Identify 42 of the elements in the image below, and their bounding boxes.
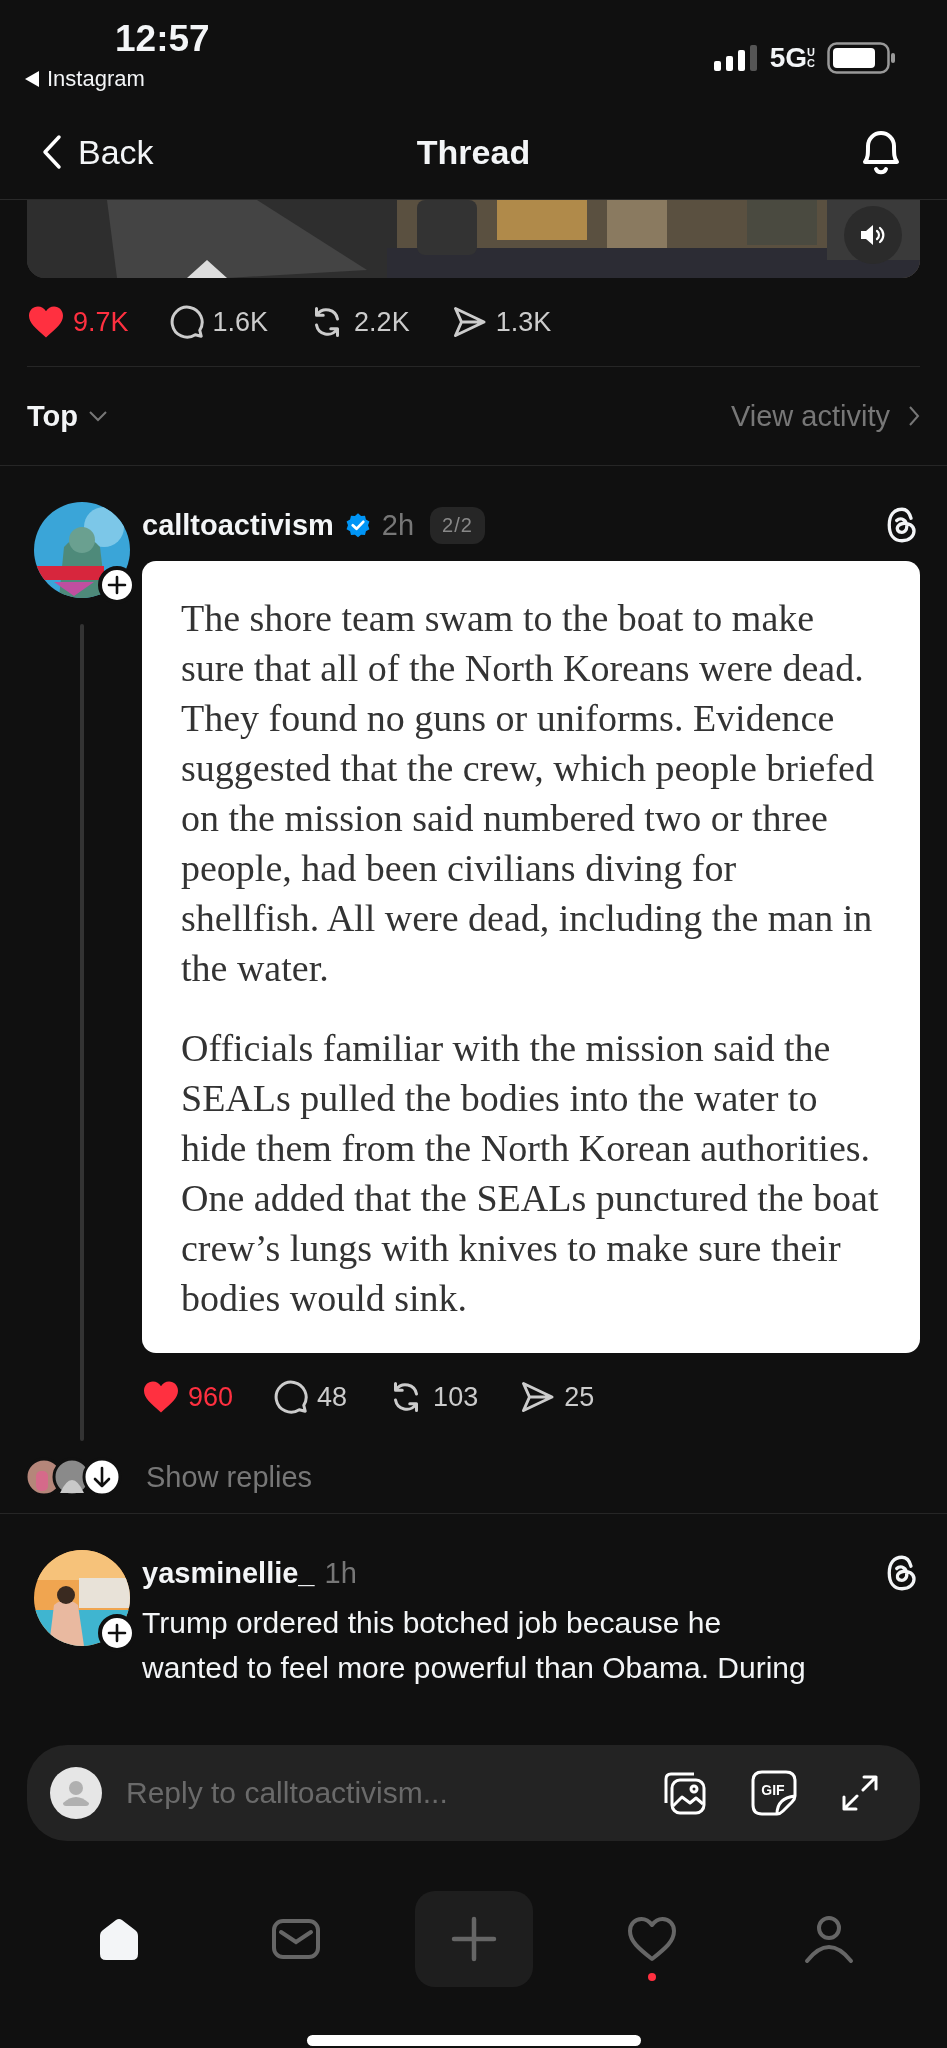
- back-triangle-icon: [25, 71, 39, 87]
- thread-part-badge: 2/2: [430, 506, 485, 544]
- heart-icon: [625, 1915, 678, 1963]
- page-title: Thread: [416, 132, 531, 172]
- reply-count: 48: [317, 1381, 348, 1413]
- back-chevron-icon: [42, 134, 62, 170]
- post-time: 2h: [381, 508, 415, 542]
- status-time: 12:57: [115, 18, 210, 60]
- battery-icon: [827, 41, 897, 74]
- chevron-down-icon: [88, 410, 108, 422]
- reply-count: 1.6K: [212, 306, 269, 338]
- plus-icon: [450, 1916, 497, 1962]
- like-count: 960: [188, 1381, 234, 1413]
- signal-icon: [713, 44, 758, 71]
- username[interactable]: calltoactivism: [142, 508, 334, 542]
- share-count: 1.3K: [495, 306, 552, 338]
- view-activity-link[interactable]: View activity: [730, 399, 920, 433]
- username[interactable]: yasminellie_: [142, 1556, 315, 1590]
- back-to-app-link[interactable]: Instagram: [25, 66, 145, 92]
- mail-icon: [270, 1916, 321, 1962]
- like-count: 9.7K: [73, 306, 129, 338]
- repost-count: 103: [433, 1381, 479, 1413]
- post-time: 1h: [324, 1556, 357, 1590]
- show-replies-link[interactable]: Show replies: [146, 1460, 313, 1494]
- expand-icon[interactable]: [840, 1773, 880, 1813]
- share-count: 25: [564, 1381, 595, 1413]
- reply-input-field[interactable]: Reply to calltoactivism...: [124, 1775, 638, 1811]
- chevron-right-icon: [908, 405, 920, 427]
- repost-count: 2.2K: [354, 306, 410, 338]
- heart-icon[interactable]: [27, 305, 65, 339]
- speaker-icon: [859, 223, 887, 247]
- compose-button[interactable]: [414, 1891, 533, 1987]
- quote-paragraph: Officials familiar with the mission said the SEALs pulled the bodies into the water to hide them from the North Korean authorities. One added that the SEALs punctured the boat crew’s lungs with knives to make sure their bodies would sink.: [181, 1026, 880, 1321]
- post-text: Trump ordered this botched job because he wanted to feel more powerful than Obama. During: [142, 1605, 807, 1686]
- comment-icon[interactable]: [273, 1379, 310, 1415]
- back-button[interactable]: Back: [42, 132, 154, 172]
- profile-icon: [802, 1913, 855, 1965]
- sort-dropdown[interactable]: Top: [27, 399, 108, 433]
- user-avatar-icon: [50, 1767, 102, 1819]
- comment-icon[interactable]: [168, 304, 205, 340]
- heart-icon[interactable]: [142, 1380, 180, 1414]
- quote-paragraph: The shore team swam to the boat to make sure that all of the North Koreans were dead. They found no guns or uniforms. Evidence suggested that the crew, which people briefed on the mission said numbered two or three people, had been civilians diving for shellfish. All were dead, including the man in the water.: [181, 596, 875, 991]
